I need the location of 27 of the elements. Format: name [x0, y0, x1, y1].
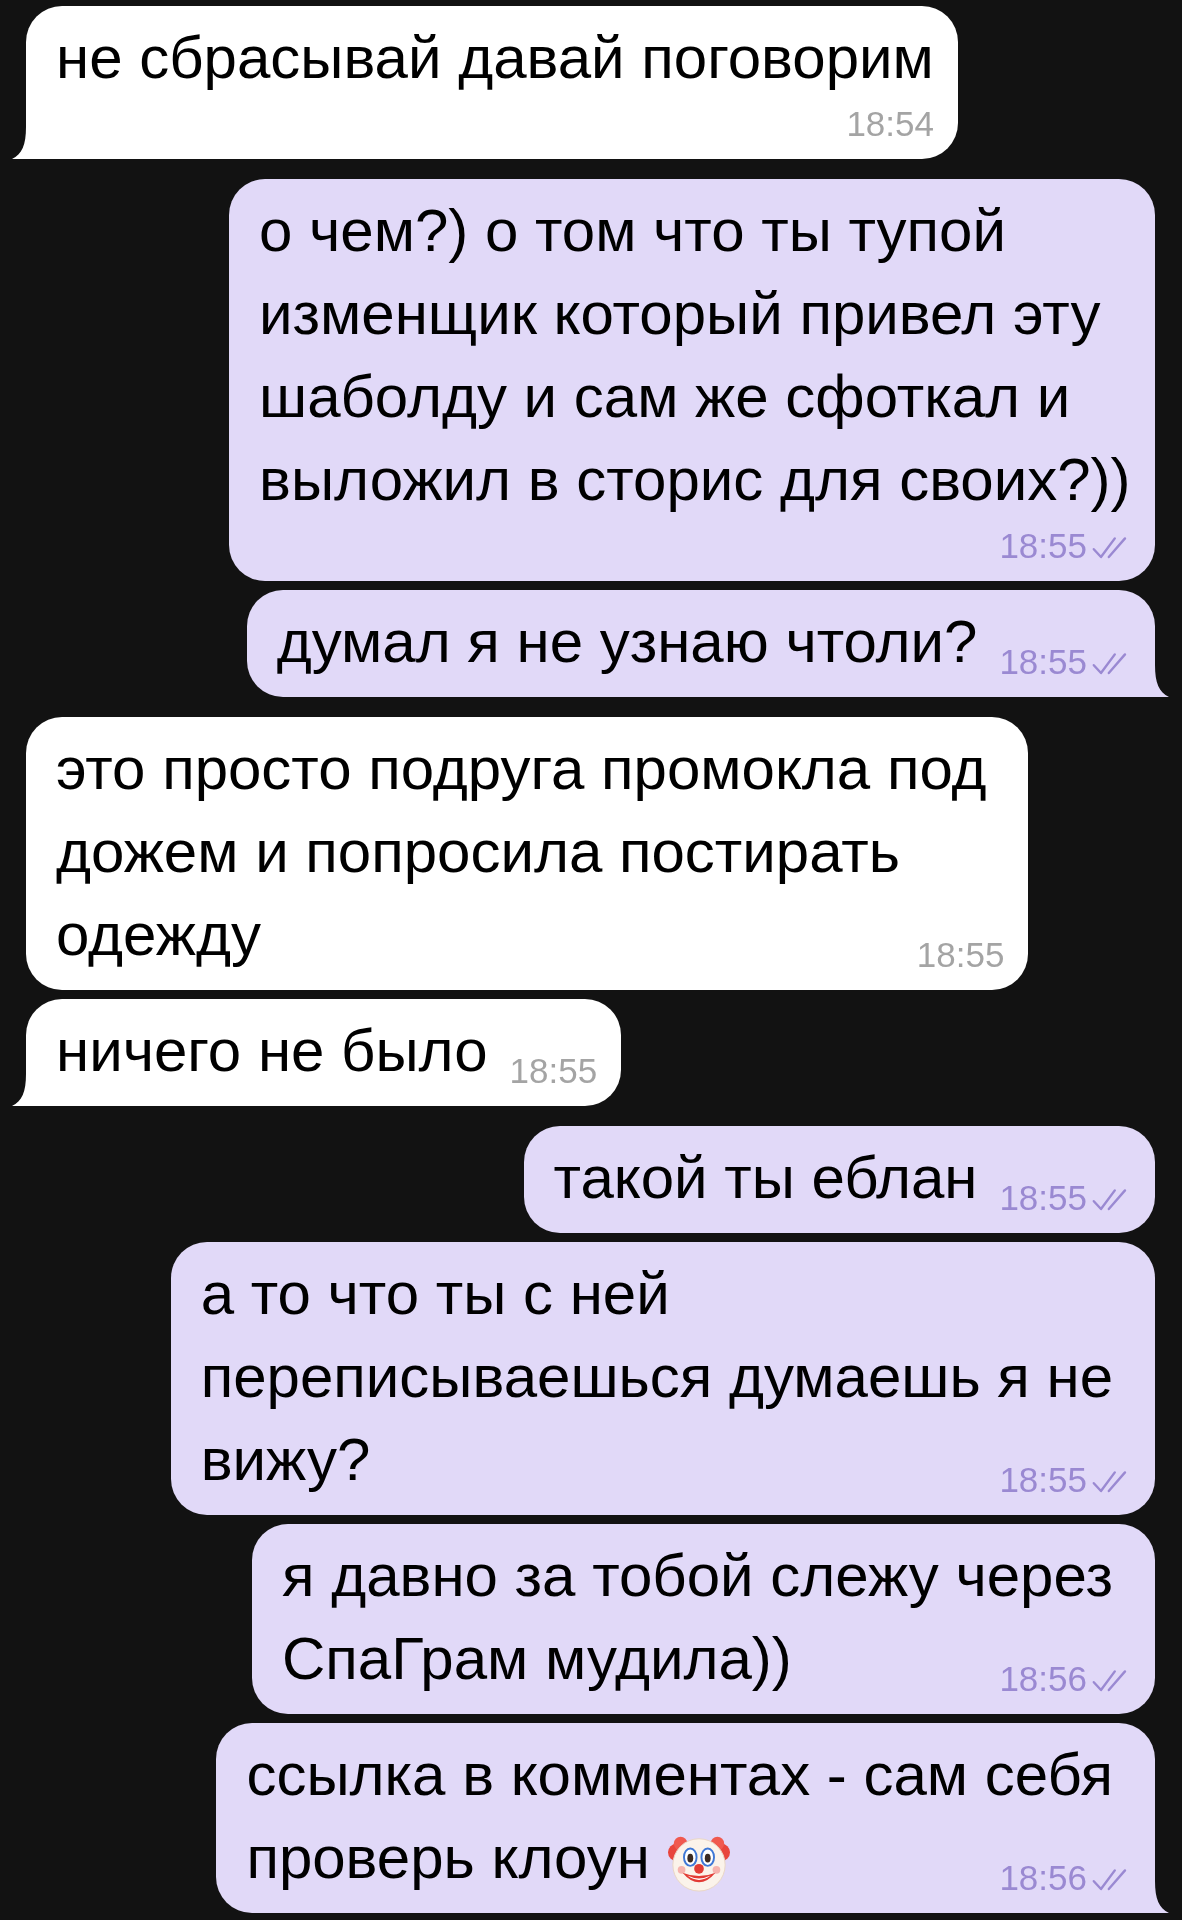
message-time: 18:56	[999, 1659, 1087, 1698]
message-text: такой ты еблан	[553, 1143, 978, 1213]
message-text: шаболду и сам же сфоткал и	[259, 362, 1071, 432]
message-text: одежду	[56, 900, 261, 970]
message-text: это просто подруга промокла под	[56, 734, 987, 804]
message-text: не сбрасывай давай поговорим	[56, 23, 934, 93]
message-text: изменщик который привел эту	[259, 279, 1101, 349]
message-text: СпаГрам мудила))	[282, 1624, 792, 1694]
message-text: выложил в сторис для своих?))	[259, 445, 1131, 515]
message-time: 18:55	[999, 526, 1087, 565]
message-text: вижу?	[200, 1425, 371, 1495]
message-time: 18:56	[999, 1858, 1087, 1897]
message-time: 18:55	[999, 642, 1087, 681]
message-text: думал я не узнаю чтоли?	[276, 607, 978, 677]
message-text: а то что ты с ней	[200, 1259, 670, 1329]
message-text: я давно за тобой слежу через	[282, 1541, 1113, 1611]
message-text: дожем и попросила постирать	[56, 817, 900, 887]
message-text: о чем?) о том что ты тупой	[259, 196, 1006, 266]
message-time: 18:55	[509, 1051, 598, 1090]
message-text: проверь клоун	[246, 1823, 650, 1893]
message-time: 18:55	[916, 935, 1005, 974]
message-time: 18:55	[999, 1178, 1087, 1217]
message-text: ничего не было	[56, 1016, 488, 1086]
message-text: переписываешься думаешь я не	[200, 1342, 1113, 1412]
message-text: ссылка в комментах - сам себя	[246, 1740, 1113, 1810]
message-time: 18:54	[846, 104, 934, 143]
message-time: 18:55	[999, 1460, 1087, 1499]
